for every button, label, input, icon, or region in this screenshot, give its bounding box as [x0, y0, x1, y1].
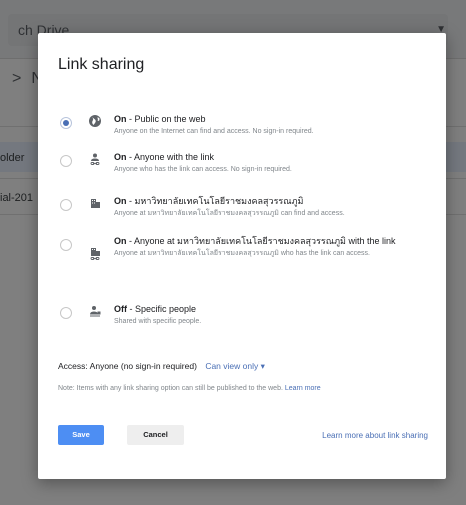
option-status: On: [114, 236, 127, 246]
link-sharing-dialog: Link sharing On - Public on the web Anyo…: [38, 33, 446, 479]
option-status: On: [114, 152, 127, 162]
access-value: Anyone (no sign-in required): [89, 361, 197, 371]
option-title: On - Public on the web: [114, 113, 432, 125]
option-text: Off - Specific people Shared with specif…: [114, 303, 432, 327]
option-description: Shared with specific people.: [114, 318, 202, 325]
person-off-icon: [87, 303, 103, 319]
option-description: Anyone on the Internet can find and acce…: [114, 128, 314, 135]
access-label: Access:: [58, 361, 88, 371]
radio-organization-with-link[interactable]: [60, 239, 72, 251]
option-label: - Specific people: [127, 304, 197, 314]
option-status: On: [114, 114, 127, 124]
option-label: - มหาวิทยาลัยเทคโนโลยีราชมงคลสุวรรณภูมิ: [126, 196, 304, 206]
option-text: On - Anyone with the link Anyone who has…: [114, 151, 432, 175]
globe-icon: [87, 113, 103, 129]
note-text: Note: Items with any link sharing option…: [58, 385, 283, 392]
building-icon: [87, 195, 103, 211]
option-label: - Public on the web: [126, 114, 206, 124]
save-button[interactable]: Save: [58, 425, 104, 445]
option-title: On - มหาวิทยาลัยเทคโนโลยีราชมงคลสุวรรณภู…: [114, 195, 432, 207]
permission-dropdown[interactable]: Can view only ▾: [205, 361, 265, 371]
option-text: On - Public on the web Anyone on the Int…: [114, 113, 432, 137]
radio-anyone-with-link[interactable]: [60, 155, 72, 167]
option-text: On - Anyone at มหาวิทยาลัยเทคโนโลยีราชมง…: [114, 235, 432, 259]
option-label: - Anyone with the link: [126, 152, 215, 162]
learn-more-link[interactable]: Learn more about link sharing: [322, 431, 428, 440]
option-description: Anyone at มหาวิทยาลัยเทคโนโลยีราชมงคลสุว…: [114, 210, 345, 217]
option-title: Off - Specific people: [114, 303, 432, 315]
radio-specific-people[interactable]: [60, 307, 72, 319]
radio-organization[interactable]: [60, 199, 72, 211]
cancel-button[interactable]: Cancel: [127, 425, 184, 445]
person-link-icon: [87, 151, 103, 167]
building-link-icon: [87, 245, 103, 261]
option-status: Off: [114, 304, 127, 314]
note-learn-more-link[interactable]: Learn more: [285, 385, 321, 392]
access-row: Access: Anyone (no sign-in required) Can…: [58, 361, 265, 372]
option-title: On - Anyone at มหาวิทยาลัยเทคโนโลยีราชมง…: [114, 235, 432, 247]
option-status: On: [114, 196, 127, 206]
dialog-title: Link sharing: [58, 56, 145, 73]
option-title: On - Anyone with the link: [114, 151, 432, 163]
option-description: Anyone at มหาวิทยาลัยเทคโนโลยีราชมงคลสุว…: [114, 250, 370, 257]
note-row: Note: Items with any link sharing option…: [58, 385, 321, 392]
option-text: On - มหาวิทยาลัยเทคโนโลยีราชมงคลสุวรรณภู…: [114, 195, 432, 219]
radio-public-web[interactable]: [60, 117, 72, 129]
option-description: Anyone who has the link can access. No s…: [114, 166, 292, 173]
option-label: - Anyone at มหาวิทยาลัยเทคโนโลยีราชมงคลส…: [126, 236, 396, 246]
